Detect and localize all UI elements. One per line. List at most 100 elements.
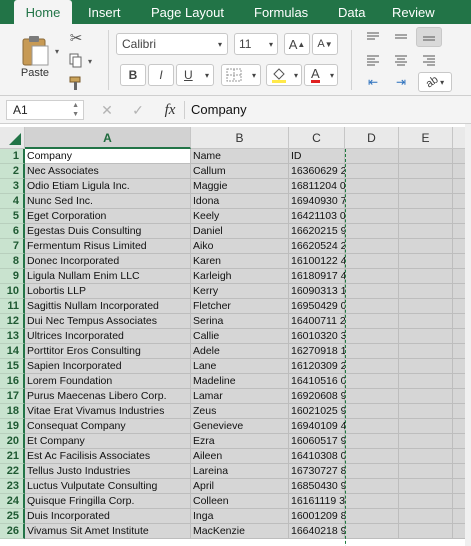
cell-b[interactable]: Serina [191, 314, 289, 329]
cell-e[interactable] [399, 299, 453, 314]
row-header[interactable]: 25 [0, 509, 25, 524]
align-left-icon[interactable] [360, 50, 386, 70]
row-header[interactable]: 21 [0, 449, 25, 464]
cell-e[interactable] [399, 359, 453, 374]
row-header[interactable]: 20 [0, 434, 25, 449]
cell-e[interactable] [399, 209, 453, 224]
cell-c[interactable]: 16410516 0388 [289, 374, 364, 389]
cell-e[interactable] [399, 164, 453, 179]
cell-e[interactable] [399, 389, 453, 404]
cell-d[interactable] [345, 269, 399, 284]
copy-dropdown-icon[interactable]: ▾ [86, 54, 94, 68]
paste-button[interactable] [14, 30, 56, 70]
cell-a[interactable]: Company [25, 149, 191, 164]
cell-a[interactable]: Eget Corporation [25, 209, 191, 224]
row-header[interactable]: 5 [0, 209, 25, 224]
cell-b[interactable]: Genevieve [191, 419, 289, 434]
paste-dropdown-icon[interactable]: ▾ [52, 46, 62, 56]
cell-d[interactable] [345, 419, 399, 434]
cell-c[interactable]: 16950429 0561 [289, 299, 364, 314]
row-header[interactable]: 4 [0, 194, 25, 209]
cell-e[interactable] [399, 284, 453, 299]
cell-c[interactable]: 16850430 9207 [289, 479, 364, 494]
cell-b[interactable]: Colleen [191, 494, 289, 509]
row-header[interactable]: 23 [0, 479, 25, 494]
underline-button[interactable]: U ▾ [176, 64, 214, 86]
cell-e[interactable] [399, 419, 453, 434]
cell-d[interactable] [345, 404, 399, 419]
cell-a[interactable]: Ligula Nullam Enim LLC [25, 269, 191, 284]
cell-c[interactable]: 16100122 4235 [289, 254, 364, 269]
cell-d[interactable] [345, 434, 399, 449]
cell-d[interactable] [345, 524, 399, 539]
row-header[interactable]: 19 [0, 419, 25, 434]
cell-e[interactable] [399, 404, 453, 419]
cell-a[interactable]: Lobortis LLP [25, 284, 191, 299]
row-header[interactable]: 17 [0, 389, 25, 404]
cell-d[interactable] [345, 389, 399, 404]
row-header[interactable]: 14 [0, 344, 25, 359]
cell-b[interactable]: Ezra [191, 434, 289, 449]
cell-e[interactable] [399, 329, 453, 344]
cell-e[interactable] [399, 254, 453, 269]
cell-a[interactable]: Vitae Erat Vivamus Industries [25, 404, 191, 419]
cell-a[interactable]: Donec Incorporated [25, 254, 191, 269]
cell-c[interactable]: 16640218 9127 [289, 524, 364, 539]
bold-button[interactable]: B [120, 64, 146, 86]
cell-b[interactable]: Adele [191, 344, 289, 359]
italic-button[interactable]: I [148, 64, 174, 86]
cell-c[interactable]: 16001209 8703 [289, 509, 364, 524]
cancel-icon[interactable]: ✕ [97, 100, 117, 120]
insert-function-icon[interactable]: fx [158, 100, 182, 120]
align-right-icon[interactable] [416, 50, 442, 70]
cell-d[interactable] [345, 449, 399, 464]
cell-d[interactable] [345, 479, 399, 494]
cell-b[interactable]: Maggie [191, 179, 289, 194]
row-header[interactable]: 16 [0, 374, 25, 389]
cell-d[interactable] [345, 374, 399, 389]
row-header[interactable]: 3 [0, 179, 25, 194]
cell-c[interactable]: 16360629 2641 [289, 164, 364, 179]
borders-button[interactable]: ▾ [221, 64, 261, 86]
cell-a[interactable]: Sapien Incorporated [25, 359, 191, 374]
orientation-button[interactable]: ab ▾ [418, 72, 452, 92]
cell-c[interactable]: 16180917 4442 [289, 269, 364, 284]
cell-d[interactable] [345, 509, 399, 524]
increase-font-size-button[interactable]: A ▲ [284, 33, 310, 55]
cell-a[interactable]: Quisque Fringilla Corp. [25, 494, 191, 509]
cell-d[interactable] [345, 344, 399, 359]
tab-formulas[interactable]: Formulas [254, 0, 308, 24]
fill-color-button[interactable]: ▾ [266, 64, 302, 86]
row-header[interactable]: 24 [0, 494, 25, 509]
row-header[interactable]: 22 [0, 464, 25, 479]
cell-c[interactable]: 16410308 0422 [289, 449, 364, 464]
cell-b[interactable]: Keely [191, 209, 289, 224]
column-header-b[interactable]: B [191, 127, 289, 149]
cell-d[interactable] [345, 149, 399, 164]
font-color-button[interactable]: A ▾ [304, 64, 338, 86]
cell-b[interactable]: Daniel [191, 224, 289, 239]
cell-e[interactable] [399, 149, 453, 164]
row-header[interactable]: 8 [0, 254, 25, 269]
vertical-scrollbar[interactable] [465, 124, 471, 546]
cell-b[interactable]: April [191, 479, 289, 494]
cell-c[interactable]: 16920608 9188 [289, 389, 364, 404]
cell-b[interactable]: Madeline [191, 374, 289, 389]
cell-c[interactable]: 16400711 2131 [289, 314, 363, 329]
column-header-c[interactable]: C [289, 127, 345, 149]
cut-icon[interactable]: ✂ [66, 28, 86, 48]
tab-page-layout[interactable]: Page Layout [151, 0, 224, 24]
cell-b[interactable]: Kerry [191, 284, 289, 299]
cell-b[interactable]: Lareina [191, 464, 289, 479]
cell-a[interactable]: Egestas Duis Consulting [25, 224, 191, 239]
cell-d[interactable] [345, 209, 399, 224]
cell-b[interactable]: Karen [191, 254, 289, 269]
cell-a[interactable]: Dui Nec Tempus Associates [25, 314, 191, 329]
cell-e[interactable] [399, 464, 453, 479]
font-name-select[interactable]: Calibri ▾ [116, 33, 228, 55]
column-header-e[interactable]: E [399, 127, 453, 149]
cell-e[interactable] [399, 524, 453, 539]
cell-b[interactable]: Inga [191, 509, 289, 524]
formula-input[interactable]: Company [191, 100, 466, 120]
cell-c[interactable]: 16620215 9908 [289, 224, 364, 239]
